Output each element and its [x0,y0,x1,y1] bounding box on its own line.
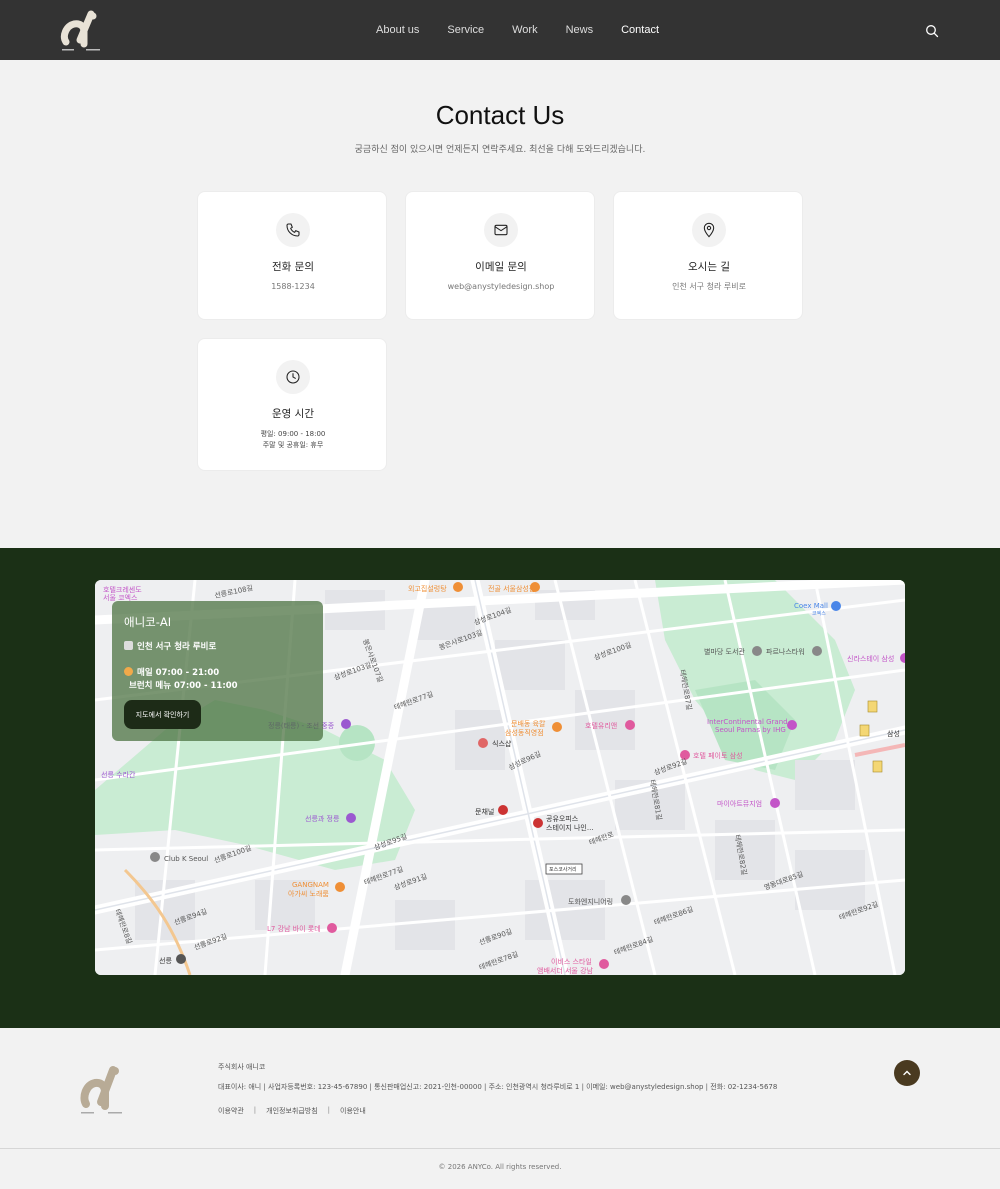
footer-links: 이용약관 | 개인정보취급방침 | 이용안내 [218,1106,366,1116]
guide-link[interactable]: 이용안내 [340,1106,366,1116]
nav-contact[interactable]: Contact [621,24,659,36]
chevron-up-icon [903,1070,911,1076]
scroll-top-button[interactable] [894,1060,920,1086]
map-label-dohwa: 도화엔지니어링 [568,897,613,906]
map-label-tower: 파르나스타워 [766,647,805,656]
map-label-suran: 선릉 수라간 [101,770,136,779]
link-separator: | [253,1106,257,1114]
terms-link[interactable]: 이용약관 [218,1106,244,1116]
overlay-hours: 매일 07:00 - 21:00 [124,666,219,678]
hours-card-title: 운영 시간 [272,408,314,420]
map-label-munbae2: 삼성동직영점 [505,728,544,737]
map-label-gangnam: GANGNAM [292,881,329,889]
hours-weekend: 주말 및 공휴일: 휴무 [262,441,324,449]
map-label-hotelcresc: 호텔크레센도 [103,585,142,594]
nav-work[interactable]: Work [512,24,537,36]
logo[interactable] [60,6,102,54]
location-overlay: 애니코-AI 인천 서구 청라 루비로 매일 07:00 - 21:00 브런치… [112,601,323,741]
nav-about-us[interactable]: About us [376,24,419,36]
location-card-value: 인천 서구 청라 루비로 [672,282,746,291]
building-icon [124,641,133,650]
footer-divider [0,1148,1000,1149]
map-label-ogo: 외고집설렁탕 [408,584,447,593]
map-label-gongyu: 공유오피스 [546,814,579,823]
map-label-ibis: 이비스 스타일 [551,957,592,966]
map-label-hotelglass: 호텔유리앤 [585,721,617,730]
page-subtitle: 궁금하신 점이 있으시면 언제든지 연락주세요. 최선을 다해 도와드리겠습니다… [354,145,646,155]
phone-card-title: 전화 문의 [272,261,314,273]
page-title: Contact Us [435,100,565,130]
site-header: About us Service Work News Contact [0,0,1000,60]
map-label-munbae: 문배동 육칼 [511,719,546,728]
map-label-posco: 포스코사거리 [549,866,577,873]
location-card-title: 오시는 길 [688,261,730,273]
nav-service[interactable]: Service [447,24,484,36]
nav-news[interactable]: News [566,24,594,36]
map-label-coex-sub: 코엑스 [812,610,826,617]
map-label-intercon2: Seoul Parnas by IHG [715,726,786,734]
footer-logo[interactable] [80,1060,124,1116]
phone-card: 전화 문의 1588-1234 [197,191,387,320]
privacy-link[interactable]: 개인정보취급방침 [266,1106,318,1116]
embedded-map[interactable]: Coex Mall 코엑스 별마당 도서관 파르나스타워 신라스테이 삼성 In… [95,580,905,975]
copyright: © 2026 ANYCo. All rights reserved. [438,1163,562,1171]
map-label-myart: 마이아트뮤지엄 [717,799,762,808]
phone-icon [276,213,310,247]
main-nav: About us Service Work News Contact [376,0,687,60]
overlay-hours-text: 매일 07:00 - 21:00 [137,668,220,678]
map-label-samsung: 삼성 [887,729,900,738]
email-card: 이메일 문의 web@anystyledesign.shop [405,191,595,320]
overlay-address-text: 인천 서구 청라 루비로 [137,642,217,652]
footer-company: 주식회사 애니코 [218,1063,266,1071]
overlay-address: 인천 서구 청라 루비로 [124,640,216,652]
overlay-brunch: 브런치 메뉴 07:00 - 11:00 [129,681,238,691]
map-label-library: 별마당 도서관 [704,647,745,656]
view-on-map-button[interactable]: 지도에서 확인하기 [124,700,201,729]
map-label-munchae: 문채널 [475,807,494,816]
search-icon[interactable] [925,23,939,38]
hours-card: 운영 시간 평일: 09:00 - 18:00 주말 및 공휴일: 휴무 [197,338,387,471]
map-label-jeongol: 전골 서울삼성점 [488,584,535,593]
email-card-value[interactable]: web@anystyledesign.shop [406,281,596,293]
map-section: Coex Mall 코엑스 별마당 도서관 파르나스타워 신라스테이 삼성 In… [0,548,1000,1028]
phone-card-value[interactable]: 1588-1234 [198,281,388,293]
map-label-gongyu2: 스테이지 나인... [546,823,594,832]
link-separator: | [327,1106,331,1114]
map-label-l7: L7 강남 바이 롯데 [267,924,321,933]
map-label-intercon: InterContinental Grand [707,718,788,726]
clock-icon [276,360,310,394]
map-label-shillastay: 신라스테이 삼성 [847,654,894,663]
email-card-title: 이메일 문의 [475,261,527,273]
map-label-seonreung-station: 선릉 [159,956,172,965]
map-label-hotelpeyto: 호텔 페이토 삼성 [693,751,743,760]
mail-icon [484,213,518,247]
alarm-clock-icon [124,667,133,676]
map-label-coex: Coex Mall [794,602,828,610]
footer-info: 대표이사: 애니 | 사업자등록번호: 123-45-67890 | 통신판매업… [218,1083,778,1091]
map-label-ibis2: 앰배서더 서울 강남 [537,966,594,975]
map-label-seonreung: 선릉과 정릉 [305,814,340,823]
map-pin-icon [692,213,726,247]
map-label-gangnam2: 아가씨 노래룸 [288,889,329,898]
map-label-siksik: 식스샵 [492,739,512,748]
map-label-clubk: Club K Seoul [164,855,208,863]
location-card: 오시는 길 인천 서구 청라 루비로 [613,191,803,320]
overlay-title: 애니코-AI [124,615,172,629]
